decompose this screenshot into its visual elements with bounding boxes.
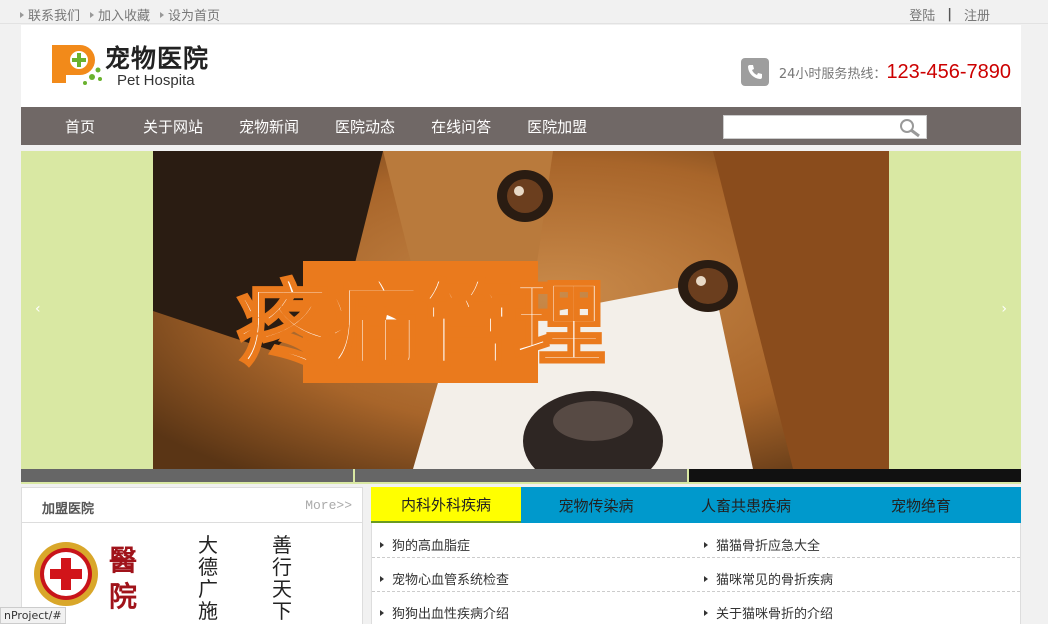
pet-hospital-plus-logo[interactable] (52, 41, 104, 87)
phone-icon (740, 58, 769, 86)
hotline-number[interactable]: 123-456-7890 (886, 61, 1011, 84)
bullet-icon (704, 609, 708, 616)
link-homepage-label: 设为首页 (168, 9, 221, 24)
hero-banner: 疼痛管理 ‹ › (21, 151, 1021, 484)
arrow-right-icon (90, 11, 95, 18)
next-slide-button[interactable]: › (1001, 301, 1007, 317)
browser-status-bar: nProject/# (0, 607, 66, 624)
divider: | (947, 7, 952, 22)
list-item-label: 狗狗出血性疾病介绍 (392, 607, 510, 622)
main-nav: 首页 关于网站 宠物新闻 医院动态 在线问答 医院加盟 (21, 107, 1021, 145)
bullet-icon (380, 541, 384, 548)
nav-home[interactable]: 首页 (65, 116, 95, 137)
prev-slide-button[interactable]: ‹ (35, 301, 41, 317)
franchise-panel: 加盟医院 More>> 醫 院 大德广施 善行天下 (21, 487, 363, 624)
slogan-1: 大德广施 (198, 533, 218, 623)
nav-qa[interactable]: 在线问答 (431, 116, 491, 137)
list-item-label: 关于猫咪骨折的介绍 (716, 607, 834, 622)
tab-zoonotic[interactable]: 人畜共患疾病 (671, 487, 821, 523)
list-item[interactable]: 狗狗出血性疾病介绍 (380, 603, 509, 622)
list-item[interactable]: 关于猫咪骨折的介绍 (704, 603, 833, 622)
arrow-right-icon (20, 11, 24, 18)
svg-text:院: 院 (109, 580, 137, 613)
nav-hospital-updates[interactable]: 医院动态 (335, 116, 395, 137)
account-links: 登陆 | 注册 (909, 5, 990, 24)
list-item-label: 猫咪常见的骨折疾病 (716, 573, 834, 588)
list-item[interactable]: 猫咪常见的骨折疾病 (704, 569, 833, 588)
search-icon[interactable] (898, 118, 922, 138)
list-item-label: 狗的高血脂症 (392, 539, 471, 554)
slide-pager (21, 469, 1021, 482)
slide-indicator-2[interactable] (355, 469, 687, 482)
top-bar: 联系我们 加入收藏 设为首页 登陆 | 注册 (0, 0, 1048, 24)
link-homepage[interactable]: 设为首页 (160, 5, 220, 24)
hotline: 24小时服务热线： 123-456-7890 (740, 58, 1011, 86)
link-contact-label: 联系我们 (28, 9, 81, 24)
register-link[interactable]: 注册 (964, 5, 990, 24)
slogan-2: 善行天下 (272, 533, 292, 623)
content-section: 加盟医院 More>> 醫 院 大德广施 善行天下 内科外科疾病 宠物传染病 人… (21, 485, 1021, 624)
emblem-text: 醫 (109, 544, 137, 577)
link-contact[interactable]: 联系我们 (20, 5, 80, 24)
login-link[interactable]: 登陆 (909, 5, 935, 24)
bullet-icon (704, 541, 708, 548)
site-header: 宠物医院 Pet Hospita 24小时服务热线： 123-456-7890 (21, 25, 1021, 107)
nav-news[interactable]: 宠物新闻 (239, 116, 299, 137)
bullet-icon (704, 575, 708, 582)
nav-about[interactable]: 关于网站 (143, 116, 203, 137)
disease-tabs: 内科外科疾病 宠物传染病 人畜共患疾病 宠物绝育 (371, 487, 1021, 523)
dog-photo: 疼痛管理 (153, 151, 889, 469)
franchise-title: 加盟医院 (42, 502, 95, 517)
row-divider (372, 591, 1020, 592)
list-item-label: 宠物心血管系统检查 (392, 573, 510, 588)
search-box (723, 115, 927, 139)
search-input[interactable] (724, 116, 894, 138)
link-bookmark[interactable]: 加入收藏 (90, 5, 150, 24)
tab-sterilization[interactable]: 宠物绝育 (821, 487, 1021, 523)
link-bookmark-label: 加入收藏 (98, 9, 151, 24)
banner-headline: 疼痛管理 (237, 271, 605, 378)
row-divider (372, 557, 1020, 558)
hospital-emblem-icon: 醫 院 (34, 542, 137, 613)
slide-indicator-1[interactable] (21, 469, 353, 482)
list-item[interactable]: 狗的高血脂症 (380, 535, 470, 554)
list-item-label: 猫猫骨折应急大全 (716, 539, 821, 554)
tab-infectious[interactable]: 宠物传染病 (521, 487, 671, 523)
franchise-panel-header: 加盟医院 More>> (22, 488, 362, 523)
brand-name-en: Pet Hospita (117, 72, 195, 89)
bullet-icon (380, 575, 384, 582)
top-links: 联系我们 加入收藏 设为首页 (20, 5, 220, 24)
arrow-right-icon (160, 11, 165, 18)
more-link[interactable]: More>> (305, 498, 352, 513)
list-item[interactable]: 猫猫骨折应急大全 (704, 535, 820, 554)
nav-franchise[interactable]: 医院加盟 (527, 116, 587, 137)
hotline-label: 24小时服务热线： (778, 66, 887, 82)
bullet-icon (380, 609, 384, 616)
tab-internal-surgical[interactable]: 内科外科疾病 (371, 487, 521, 523)
page-container: 宠物医院 Pet Hospita 24小时服务热线： 123-456-7890 … (21, 25, 1021, 624)
slide-indicator-3[interactable] (689, 469, 1021, 482)
brand-name-cn: 宠物医院 (105, 44, 210, 73)
list-item[interactable]: 宠物心血管系统检查 (380, 569, 509, 588)
news-list: 狗的高血脂症 猫猫骨折应急大全 宠物心血管系统检查 猫咪常见的骨折疾病 狗狗出血… (371, 523, 1021, 624)
